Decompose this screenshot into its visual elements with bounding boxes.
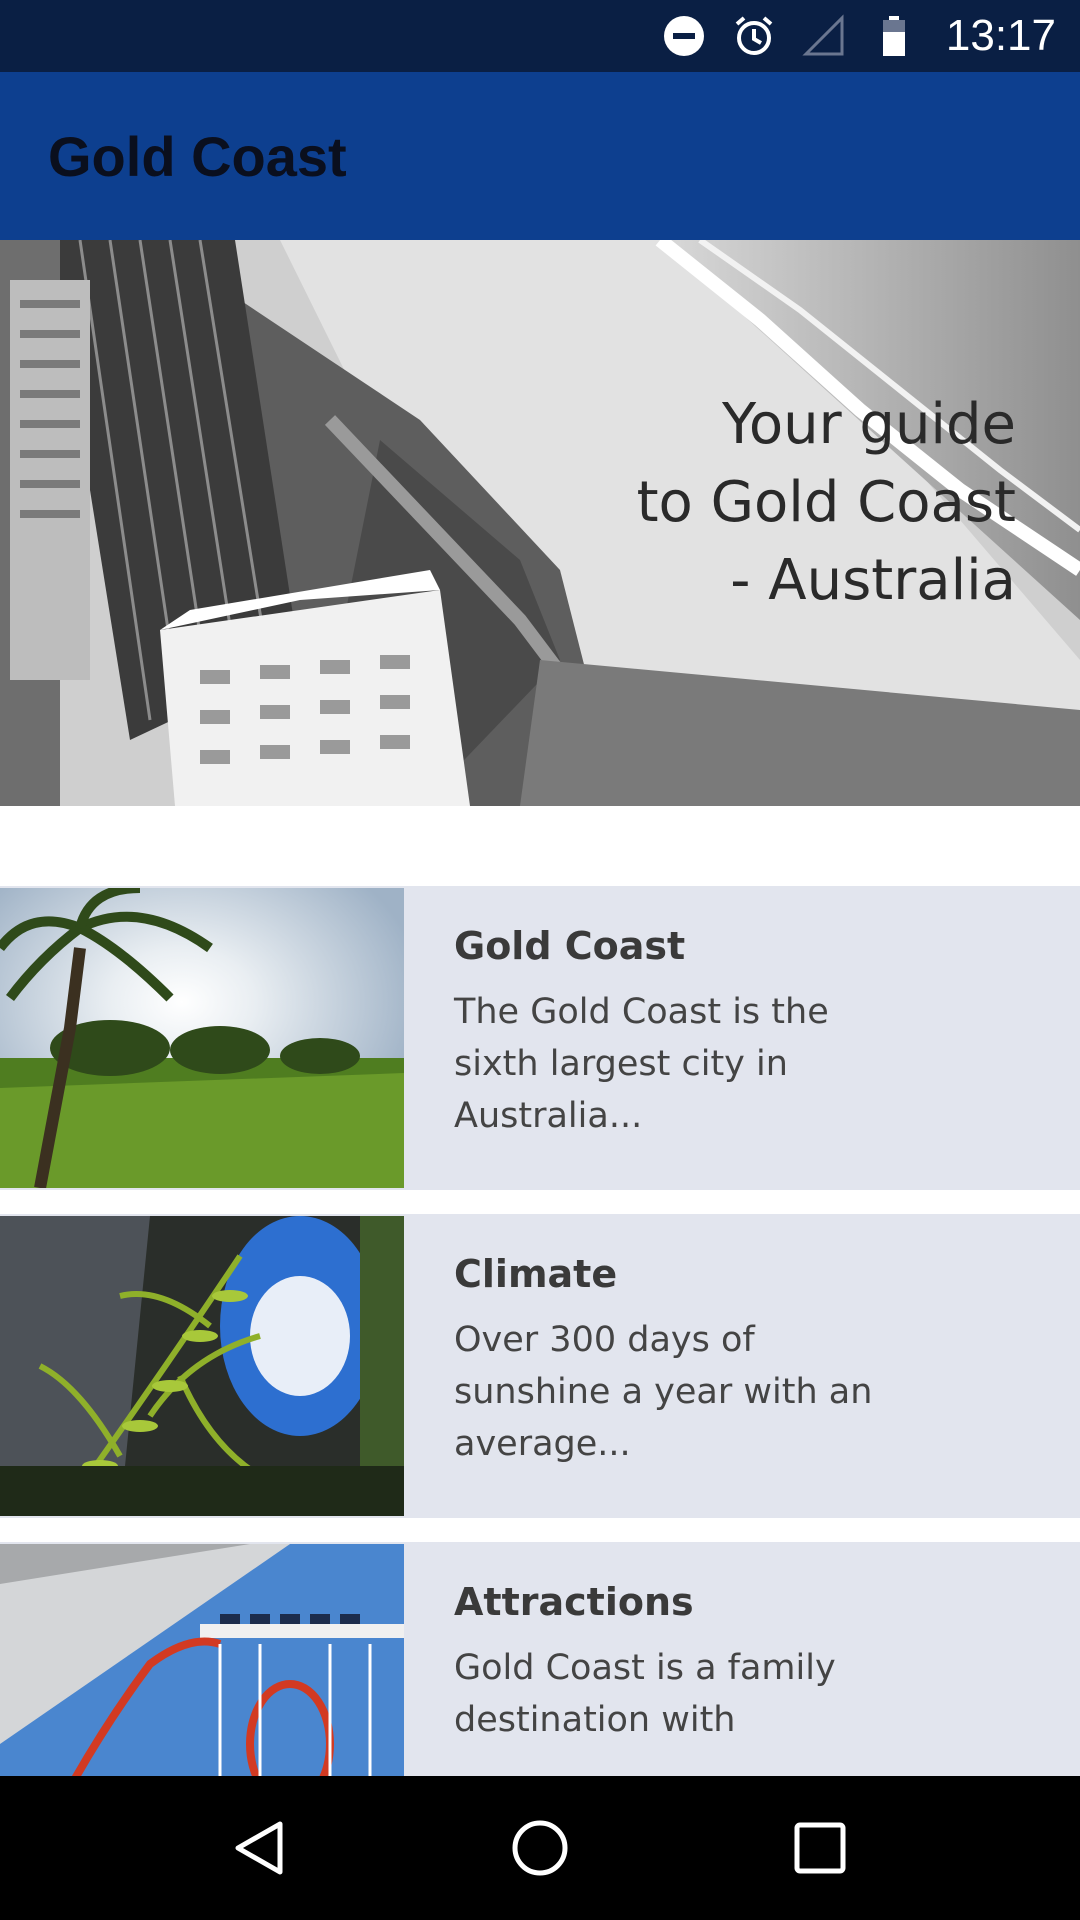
card-body: Gold Coast The Gold Coast is the sixth l… bbox=[404, 886, 1080, 1190]
back-button[interactable] bbox=[220, 1808, 300, 1888]
card-image-rainforest bbox=[0, 1216, 404, 1516]
list-item-climate[interactable]: Climate Over 300 days of sunshine a year… bbox=[0, 1214, 1080, 1518]
page-title: Gold Coast bbox=[48, 124, 347, 188]
recents-button[interactable] bbox=[780, 1808, 860, 1888]
card-description: Gold Coast is a family destination with bbox=[454, 1648, 836, 1740]
status-bar: 13:17 bbox=[0, 0, 1080, 72]
card-title: Gold Coast bbox=[454, 924, 686, 968]
system-nav-bar bbox=[0, 1776, 1080, 1920]
home-icon bbox=[512, 1820, 568, 1876]
hero-tagline: Your guide to Gold Coast - Australia bbox=[636, 392, 1016, 613]
app-bar: Gold Coast bbox=[0, 72, 1080, 240]
card-image-park bbox=[0, 888, 404, 1188]
alarm-icon bbox=[732, 14, 776, 58]
list-item-gold-coast[interactable]: Gold Coast The Gold Coast is the sixth l… bbox=[0, 886, 1080, 1190]
topic-list: Gold Coast The Gold Coast is the sixth l… bbox=[0, 886, 1080, 1870]
card-title: Climate bbox=[454, 1252, 618, 1296]
card-description: The Gold Coast is the sixth largest city… bbox=[454, 992, 829, 1136]
signal-icon bbox=[802, 14, 846, 58]
do-not-disturb-icon bbox=[662, 14, 706, 58]
status-time: 13:17 bbox=[945, 11, 1056, 60]
hero-banner[interactable]: Your guide to Gold Coast - Australia bbox=[0, 240, 1080, 806]
home-button[interactable] bbox=[500, 1808, 580, 1888]
battery-icon bbox=[872, 14, 916, 58]
card-description: Over 300 days of sunshine a year with an… bbox=[454, 1320, 873, 1464]
card-title: Attractions bbox=[454, 1580, 694, 1624]
recents-icon bbox=[794, 1822, 846, 1874]
app-screen: 13:17 Gold Coast Your guide to Gold Coas… bbox=[0, 0, 1080, 1920]
back-icon bbox=[235, 1821, 283, 1875]
card-body: Climate Over 300 days of sunshine a year… bbox=[404, 1214, 1080, 1518]
